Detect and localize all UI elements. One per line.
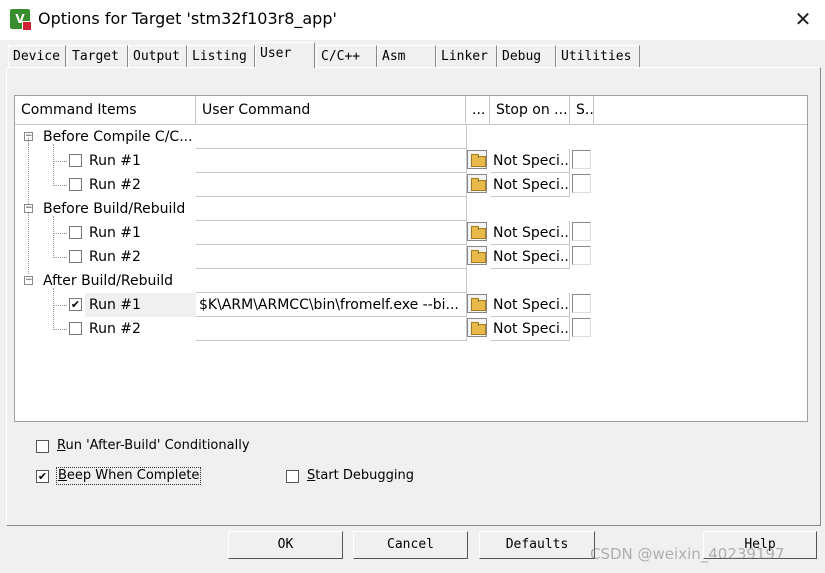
close-icon[interactable]: ✕ bbox=[788, 4, 818, 34]
folder-open-icon[interactable] bbox=[467, 174, 487, 193]
folder-open-icon[interactable] bbox=[467, 222, 487, 241]
user-command-input[interactable] bbox=[196, 173, 467, 197]
user-command-input[interactable] bbox=[196, 245, 467, 269]
run-label: Run #1 bbox=[89, 153, 141, 169]
header-browse[interactable]: ... bbox=[466, 96, 490, 125]
s-checkbox[interactable] bbox=[572, 318, 591, 337]
start-debugging-checkbox[interactable] bbox=[286, 470, 299, 483]
tab-asm[interactable]: Asm bbox=[377, 45, 436, 67]
run-label: Run #2 bbox=[89, 321, 141, 337]
group-row-cell bbox=[196, 197, 467, 221]
collapse-icon[interactable]: − bbox=[24, 276, 33, 285]
s-checkbox[interactable] bbox=[572, 150, 591, 169]
run-label: Run #1 bbox=[89, 297, 141, 313]
keil-uvision-icon: V bbox=[10, 9, 32, 31]
folder-open-icon[interactable] bbox=[467, 150, 487, 169]
run-label: Run #2 bbox=[89, 249, 141, 265]
folder-open-icon[interactable] bbox=[467, 318, 487, 337]
run-checkbox[interactable] bbox=[69, 226, 82, 239]
header-user-command[interactable]: User Command bbox=[196, 96, 466, 125]
window-title: Options for Target 'stm32f103r8_app' bbox=[38, 9, 337, 28]
group-row-cell bbox=[196, 269, 467, 293]
stop-on-select[interactable]: Not Speci... bbox=[490, 245, 570, 269]
ok-button[interactable]: OK bbox=[228, 531, 343, 559]
s-checkbox[interactable] bbox=[572, 246, 591, 265]
run-label: Run #1 bbox=[89, 225, 141, 241]
folder-open-icon[interactable] bbox=[467, 246, 487, 265]
user-command-input[interactable] bbox=[196, 221, 467, 245]
defaults-button[interactable]: Defaults bbox=[479, 531, 595, 559]
collapse-icon[interactable]: − bbox=[24, 204, 33, 213]
s-checkbox[interactable] bbox=[572, 222, 591, 241]
run-label: Run #2 bbox=[89, 177, 141, 193]
tab-device[interactable]: Device bbox=[8, 45, 66, 67]
user-command-input[interactable]: $K\ARM\ARMCC\bin\fromelf.exe --bi... bbox=[196, 293, 467, 317]
header-stop-on[interactable]: Stop on ... bbox=[490, 96, 570, 125]
tab-c-cpp[interactable]: C/C++ bbox=[316, 45, 377, 67]
stop-on-select[interactable]: Not Speci... bbox=[490, 149, 570, 173]
group-row-cell bbox=[196, 125, 467, 149]
run-checkbox[interactable] bbox=[69, 178, 82, 191]
header-filler bbox=[594, 96, 807, 125]
header-s[interactable]: S... bbox=[570, 96, 594, 125]
run-checkbox[interactable] bbox=[69, 250, 82, 263]
run-checkbox-checked[interactable]: ✔ bbox=[69, 298, 82, 311]
stop-on-select[interactable]: Not Speci... bbox=[490, 173, 570, 197]
cancel-button[interactable]: Cancel bbox=[353, 531, 468, 559]
beep-when-complete-checkbox[interactable]: ✔ bbox=[36, 470, 49, 483]
run-after-build-checkbox[interactable] bbox=[36, 440, 49, 453]
stop-on-select[interactable]: Not Speci... bbox=[490, 293, 570, 317]
tab-output[interactable]: Output bbox=[128, 45, 187, 67]
user-command-input[interactable] bbox=[196, 317, 467, 341]
tab-user[interactable]: User bbox=[255, 42, 315, 68]
tab-debug[interactable]: Debug bbox=[497, 45, 556, 67]
run-checkbox[interactable] bbox=[69, 322, 82, 335]
beep-when-complete-label[interactable]: Beep When Complete bbox=[56, 467, 202, 485]
group-label: After Build/Rebuild bbox=[43, 273, 174, 289]
s-checkbox[interactable] bbox=[572, 294, 591, 313]
group-label: Before Build/Rebuild bbox=[43, 201, 186, 217]
folder-open-icon[interactable] bbox=[467, 294, 487, 313]
header-command-items[interactable]: Command Items bbox=[15, 96, 196, 125]
run-after-build-label[interactable]: Run 'After-Build' Conditionally bbox=[57, 438, 250, 454]
group-label: Before Compile C/C... bbox=[43, 129, 193, 145]
watermark: CSDN @weixin_40239197 bbox=[590, 545, 785, 563]
start-debugging-label[interactable]: Start Debugging bbox=[307, 468, 414, 484]
tab-linker[interactable]: Linker bbox=[436, 45, 497, 67]
s-checkbox[interactable] bbox=[572, 174, 591, 193]
user-command-input[interactable] bbox=[196, 149, 467, 173]
tab-listing[interactable]: Listing bbox=[187, 45, 255, 67]
tab-target[interactable]: Target bbox=[67, 45, 128, 67]
tab-utilities[interactable]: Utilities bbox=[556, 45, 640, 67]
stop-on-select[interactable]: Not Speci... bbox=[490, 221, 570, 245]
stop-on-select[interactable]: Not Speci... bbox=[490, 317, 570, 341]
run-checkbox[interactable] bbox=[69, 154, 82, 167]
user-command-grid: Command Items User Command ... Stop on .… bbox=[14, 95, 808, 422]
